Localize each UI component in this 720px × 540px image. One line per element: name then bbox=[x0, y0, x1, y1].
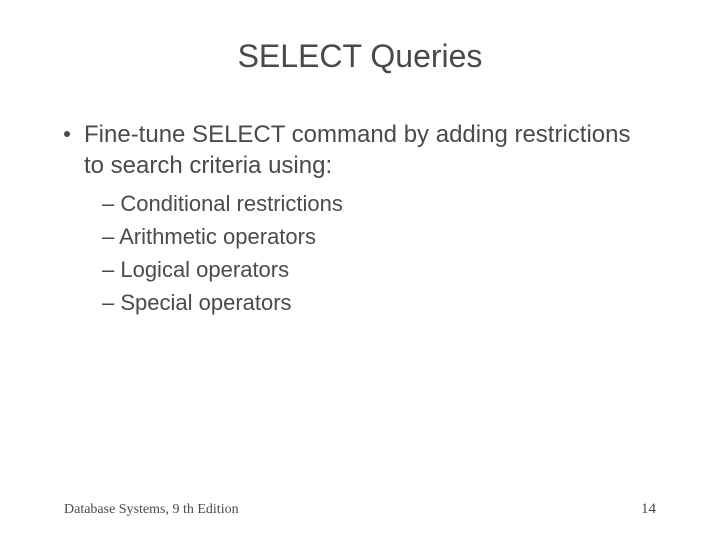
main-bullet-text: Fine-tune SELECT command by adding restr… bbox=[84, 119, 656, 181]
slide-title: SELECT Queries bbox=[64, 38, 656, 75]
sub-list: – Conditional restrictions – Arithmetic … bbox=[102, 189, 656, 318]
sub-item: – Conditional restrictions bbox=[102, 189, 656, 220]
sub-item: – Logical operators bbox=[102, 255, 656, 286]
footer-source: Database Systems, 9 th Edition bbox=[64, 502, 239, 518]
sub-item: – Special operators bbox=[102, 288, 656, 319]
sub-item: – Arithmetic operators bbox=[102, 222, 656, 253]
bullet-dot-icon bbox=[64, 131, 70, 137]
slide-container: SELECT Queries Fine-tune SELECT command … bbox=[0, 0, 720, 540]
footer: Database Systems, 9 th Edition 14 bbox=[64, 501, 656, 518]
page-number: 14 bbox=[641, 501, 656, 518]
main-bullet: Fine-tune SELECT command by adding restr… bbox=[64, 119, 656, 181]
